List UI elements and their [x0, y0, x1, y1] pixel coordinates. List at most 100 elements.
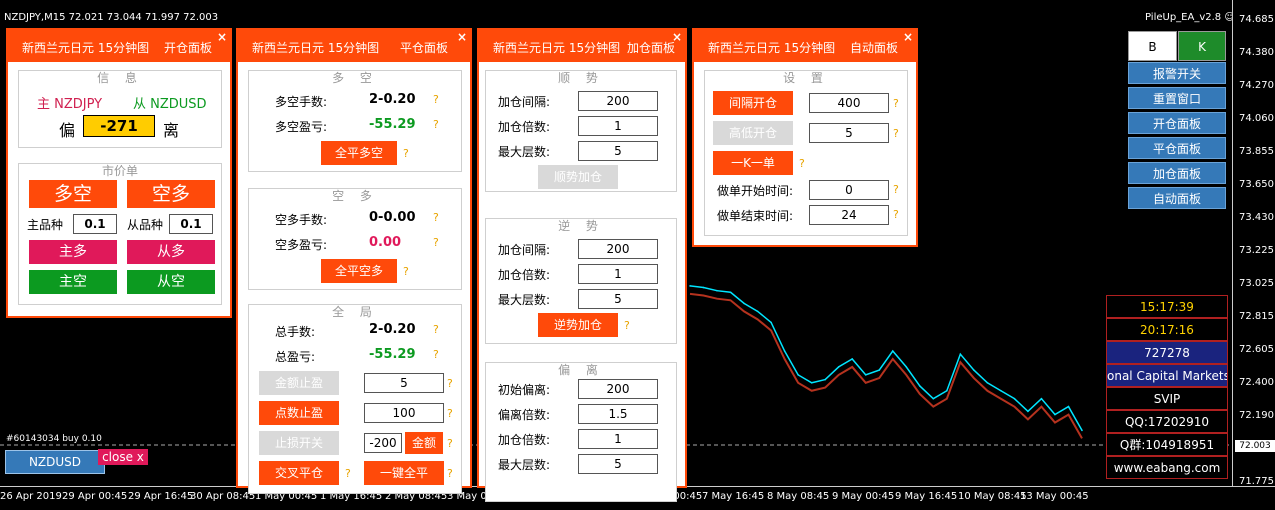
- duo-kong-button[interactable]: 多空: [29, 180, 117, 208]
- total-pl-value: -55.29: [369, 347, 416, 362]
- short-long-group: 空 多 空多手数: 0-0.00 ? 空多盈亏: 0.00 ? 全平空多 ?: [248, 188, 462, 290]
- help-icon[interactable]: ?: [433, 323, 439, 336]
- cross-close-button[interactable]: 交叉平仓: [259, 461, 339, 485]
- help-icon[interactable]: ?: [624, 319, 630, 332]
- help-icon[interactable]: ?: [893, 183, 899, 196]
- price-point: [1054, 413, 1056, 416]
- alarm-switch-button[interactable]: 报警开关: [1128, 62, 1226, 84]
- price-point: [756, 310, 759, 313]
- interval-open-button[interactable]: 间隔开仓: [713, 91, 793, 115]
- add-panel-button[interactable]: 加仓面板: [1128, 162, 1226, 184]
- help-icon[interactable]: ?: [447, 437, 453, 450]
- help-icon[interactable]: ?: [893, 208, 899, 221]
- close-icon[interactable]: ×: [672, 30, 682, 44]
- initial-deviation-input[interactable]: 200: [578, 379, 658, 399]
- multiplier-input[interactable]: 1: [578, 429, 658, 449]
- auto-panel: 新西兰元日元 15分钟图 自动面板 × 设 置 间隔开仓 400 ? 高低开仓 …: [692, 28, 918, 247]
- close-panel-button[interactable]: 平仓面板: [1128, 137, 1226, 159]
- amount-tp-input[interactable]: 5: [364, 373, 444, 393]
- auto-panel-button[interactable]: 自动面板: [1128, 187, 1226, 209]
- help-icon[interactable]: ?: [433, 93, 439, 106]
- deviation-add-group: 偏 离 初始偏离: 200 偏离倍数: 1.5 加仓倍数: 1 最大层数: 5: [485, 362, 677, 502]
- candle-series: [689, 292, 1083, 439]
- max-layers-input[interactable]: 5: [578, 454, 658, 474]
- interval-input[interactable]: 200: [578, 91, 658, 111]
- help-icon[interactable]: ?: [345, 467, 351, 480]
- one-k-one-order-button[interactable]: 一K一单: [713, 151, 793, 175]
- order-label: #60143034 buy 0.10: [6, 434, 102, 444]
- amount-button[interactable]: 金额: [405, 432, 443, 454]
- interval-open-input[interactable]: 400: [809, 93, 889, 113]
- help-icon[interactable]: ?: [799, 157, 805, 170]
- multiplier-input[interactable]: 1: [578, 116, 658, 136]
- trend-add-group: 顺 势 加仓间隔: 200 加仓倍数: 1 最大层数: 5 顺势加仓: [485, 70, 677, 192]
- close-icon[interactable]: ×: [903, 30, 913, 44]
- k-button[interactable]: K: [1178, 31, 1226, 61]
- help-icon[interactable]: ?: [403, 147, 409, 160]
- interval-label: 加仓间隔:: [498, 243, 551, 257]
- main-lot-input[interactable]: 0.1: [73, 214, 117, 234]
- max-layers-input[interactable]: 5: [578, 289, 658, 309]
- main-sell-button[interactable]: 主空: [29, 270, 117, 294]
- panel-header: 新西兰元日元 15分钟图 开仓面板 ×: [8, 30, 230, 62]
- multiplier-input[interactable]: 1: [578, 264, 658, 284]
- help-icon[interactable]: ?: [447, 377, 453, 390]
- b-button[interactable]: B: [1128, 31, 1177, 61]
- close-x-button[interactable]: close x: [98, 449, 148, 465]
- main-buy-button[interactable]: 主多: [29, 240, 117, 264]
- panel-subtitle: 加仓面板: [627, 41, 676, 55]
- help-icon[interactable]: ?: [433, 348, 439, 361]
- points-tp-input[interactable]: 100: [364, 403, 444, 423]
- stop-loss-input[interactable]: -200: [364, 433, 402, 453]
- group-title: 全 局: [332, 305, 378, 319]
- start-time-input[interactable]: 0: [809, 180, 889, 200]
- price-tick: 73.025: [1239, 278, 1274, 289]
- open-panel-button[interactable]: 开仓面板: [1128, 112, 1226, 134]
- close-all-long-short-button[interactable]: 全平多空: [321, 141, 397, 165]
- sub-buy-button[interactable]: 从多: [127, 240, 215, 264]
- sub-sell-button[interactable]: 从空: [127, 270, 215, 294]
- close-all-short-long-button[interactable]: 全平空多: [321, 259, 397, 283]
- price-tick: 72.190: [1239, 410, 1274, 421]
- reset-window-button[interactable]: 重置窗口: [1128, 87, 1226, 109]
- max-layers-input[interactable]: 5: [578, 141, 658, 161]
- deviation-multiplier-input[interactable]: 1.5: [578, 404, 658, 424]
- main-symbol: 主 NZDJPY: [37, 97, 103, 112]
- close-all-button[interactable]: 一键全平: [364, 461, 444, 485]
- pl-value: 0.00: [369, 235, 402, 250]
- panel-subtitle: 开仓面板: [164, 41, 213, 55]
- help-icon[interactable]: ?: [893, 127, 899, 140]
- kong-duo-button[interactable]: 空多: [127, 180, 215, 208]
- pl-label: 空多盈亏:: [275, 238, 328, 252]
- points-tp-button[interactable]: 点数止盈: [259, 401, 339, 425]
- trend-add-button[interactable]: 顺势加仓: [538, 165, 618, 189]
- high-low-open-input[interactable]: 5: [809, 123, 889, 143]
- high-low-open-button[interactable]: 高低开仓: [713, 121, 793, 145]
- panel-subtitle: 平仓面板: [400, 41, 449, 55]
- market-order-group: 市价单 多空 空多 主品种 0.1 从品种 0.1 主多 从多 主空 从空: [18, 163, 222, 305]
- sub-lot-input[interactable]: 0.1: [169, 214, 213, 234]
- amount-tp-button[interactable]: 金额止盈: [259, 371, 339, 395]
- close-icon[interactable]: ×: [457, 30, 467, 44]
- lots-value: 0-0.00: [369, 210, 416, 225]
- help-icon[interactable]: ?: [893, 97, 899, 110]
- help-icon[interactable]: ?: [447, 467, 453, 480]
- interval-input[interactable]: 200: [578, 239, 658, 259]
- price-tick: 74.685: [1239, 14, 1274, 25]
- stop-loss-switch-button[interactable]: 止损开关: [259, 431, 339, 455]
- price-point: [946, 389, 948, 392]
- end-time-input[interactable]: 24: [809, 205, 889, 225]
- deviation-label-left: 偏: [59, 121, 76, 140]
- help-icon[interactable]: ?: [433, 118, 439, 131]
- help-icon[interactable]: ?: [403, 265, 409, 278]
- nzdusd-button[interactable]: NZDUSD: [5, 450, 105, 474]
- counter-trend-add-button[interactable]: 逆势加仓: [538, 313, 618, 337]
- max-layers-label: 最大层数:: [498, 145, 551, 159]
- max-layers-label: 最大层数:: [498, 293, 551, 307]
- help-icon[interactable]: ?: [433, 236, 439, 249]
- price-point: [864, 374, 867, 376]
- close-icon[interactable]: ×: [217, 30, 227, 44]
- help-icon[interactable]: ?: [433, 211, 439, 224]
- help-icon[interactable]: ?: [447, 407, 453, 420]
- panel-title: 新西兰元日元 15分钟图: [22, 41, 150, 55]
